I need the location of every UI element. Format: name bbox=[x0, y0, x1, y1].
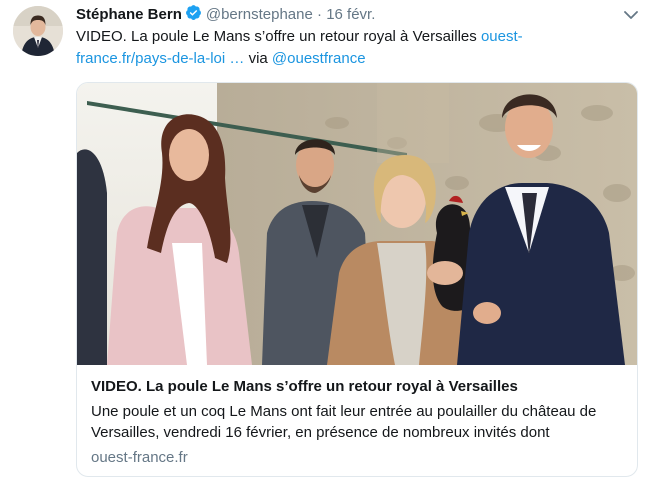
tweet-text: VIDEO. La poule Le Mans s’offre un retou… bbox=[76, 26, 546, 70]
mention-link[interactable]: @ouestfrance bbox=[272, 50, 366, 67]
tweet-link-line1[interactable]: ouest- bbox=[481, 28, 523, 45]
avatar[interactable] bbox=[13, 6, 63, 56]
via-text: via bbox=[244, 50, 272, 67]
tweet-link-line2[interactable]: france.fr/pays-de-la-loi … bbox=[76, 50, 244, 67]
tweet-date[interactable]: 16 févr. bbox=[326, 6, 375, 23]
card-description: Une poule et un coq Le Mans ont fait leu… bbox=[91, 403, 597, 441]
card-photo bbox=[77, 83, 637, 365]
chevron-down-icon[interactable] bbox=[622, 8, 640, 22]
link-card[interactable]: VIDEO. La poule Le Mans s’offre un retou… bbox=[76, 82, 638, 477]
tweet-header: Stéphane Bern @bernstephane · 16 févr. bbox=[76, 4, 375, 24]
verified-badge-icon bbox=[185, 4, 202, 27]
author-name[interactable]: Stéphane Bern bbox=[76, 6, 182, 23]
avatar-image bbox=[13, 6, 63, 56]
card-title: VIDEO. La poule Le Mans s’offre un retou… bbox=[91, 378, 518, 395]
card-image[interactable] bbox=[77, 83, 637, 365]
tweet: Stéphane Bern @bernstephane · 16 févr. VI… bbox=[0, 0, 650, 485]
author-handle[interactable]: @bernstephane bbox=[206, 6, 313, 23]
card-domain: ouest-france.fr bbox=[91, 449, 188, 466]
tweet-text-body: VIDEO. La poule Le Mans s’offre un retou… bbox=[76, 28, 481, 45]
separator-dot: · bbox=[317, 6, 323, 23]
